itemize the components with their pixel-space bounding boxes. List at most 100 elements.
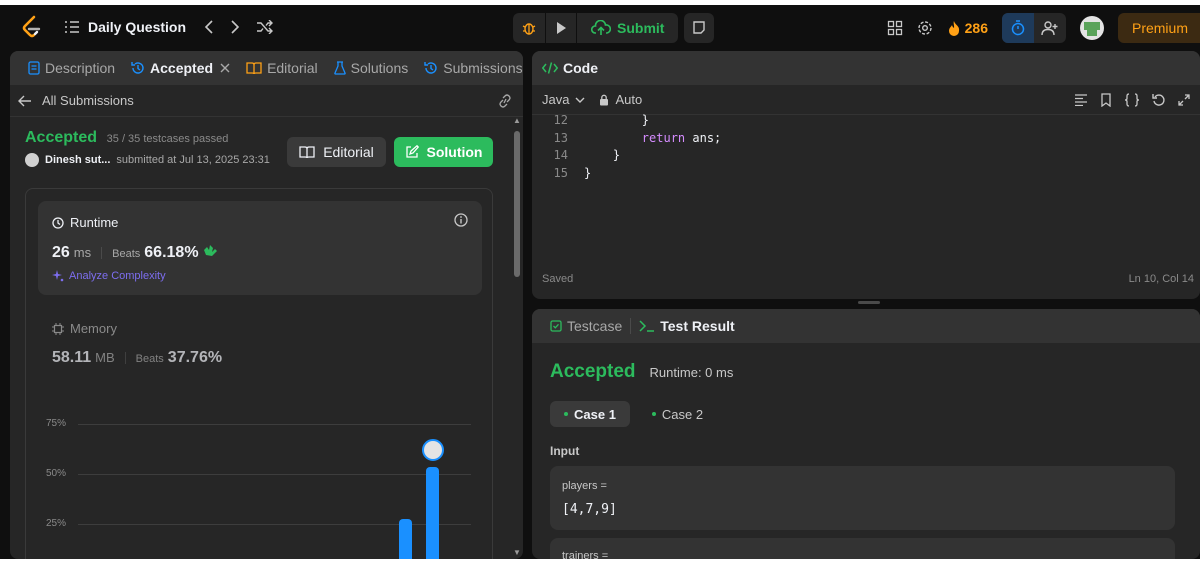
- tab-description[interactable]: Description: [20, 51, 123, 85]
- problem-list-icon[interactable]: [64, 20, 80, 34]
- layout-icon[interactable]: [887, 20, 903, 36]
- case-1-label: Case 1: [574, 406, 616, 422]
- tab-editorial-label: Editorial: [267, 60, 318, 76]
- panel-resize-handle[interactable]: [858, 301, 880, 304]
- case-2-label: Case 2: [661, 406, 704, 422]
- next-problem-icon[interactable]: [230, 20, 240, 34]
- avatar[interactable]: [25, 153, 39, 167]
- terminal-icon: [639, 320, 655, 332]
- language-select[interactable]: Java: [542, 92, 585, 107]
- runtime-bar[interactable]: [426, 467, 439, 559]
- shuffle-icon[interactable]: [256, 20, 274, 34]
- code-editor[interactable]: 12 } 13 return ans; 14 } 15 }: [532, 113, 722, 183]
- sparkle-icon: [52, 270, 64, 282]
- tab-description-label: Description: [45, 60, 116, 76]
- notes-button[interactable]: [684, 13, 715, 43]
- add-friend-button[interactable]: [1034, 13, 1066, 43]
- run-button-group: Submit: [513, 13, 679, 43]
- timer-group: [1001, 13, 1066, 43]
- tab-testcase[interactable]: Testcase: [542, 309, 630, 343]
- gridline: [78, 474, 471, 475]
- username[interactable]: Dinesh sut...: [45, 154, 110, 166]
- problem-list-title[interactable]: Daily Question: [88, 19, 186, 35]
- line-text: }: [584, 113, 650, 127]
- expand-icon[interactable]: [1178, 93, 1190, 106]
- fire-icon: [948, 21, 959, 36]
- solution-button[interactable]: Solution: [394, 137, 493, 167]
- leetcode-logo[interactable]: [20, 15, 42, 39]
- play-icon: [557, 22, 566, 34]
- tab-case-1[interactable]: Case 1: [550, 401, 630, 427]
- code-line: 14 }: [532, 148, 721, 166]
- link-icon[interactable]: [497, 93, 513, 108]
- test-tabs: Testcase Test Result: [532, 309, 1200, 343]
- divider: [124, 352, 126, 364]
- debug-button[interactable]: [513, 13, 545, 43]
- tab-submissions[interactable]: Submissions: [416, 51, 523, 85]
- all-submissions-link[interactable]: All Submissions: [18, 93, 134, 108]
- editorial-button[interactable]: Editorial: [287, 137, 386, 167]
- reset-icon[interactable]: [1152, 93, 1166, 107]
- chevron-down-icon: [575, 97, 585, 103]
- file-text-icon: [28, 61, 40, 75]
- problem-nav: Daily Question: [64, 13, 274, 41]
- your-submission-avatar[interactable]: [421, 439, 444, 461]
- input-players-box[interactable]: players = [4,7,9]: [550, 466, 1175, 530]
- submit-button[interactable]: Submit: [576, 13, 678, 43]
- tab-accepted-label: Accepted: [150, 60, 214, 76]
- submitted-at: submitted at Jul 13, 2025 23:31: [116, 154, 270, 166]
- memory-value: 58.11: [52, 349, 92, 366]
- runtime-label: Runtime: [70, 215, 119, 230]
- pass-dot: [564, 412, 568, 416]
- analyze-complexity-link[interactable]: Analyze Complexity: [52, 270, 166, 282]
- left-tabs: Description Accepted Editorial Solutions: [10, 51, 523, 85]
- submission-subbar: All Submissions: [10, 85, 523, 117]
- scroll-down-icon[interactable]: ▼: [513, 549, 521, 557]
- clock-icon: [52, 216, 64, 229]
- tab-code[interactable]: Code: [542, 51, 598, 85]
- tab-solutions[interactable]: Solutions: [326, 51, 417, 85]
- book-icon: [246, 62, 262, 75]
- memory-label: Memory: [70, 321, 117, 336]
- runtime-card[interactable]: Runtime 26 ms Beats 66.18% Analyze Compl…: [38, 201, 482, 295]
- tab-accepted[interactable]: Accepted: [123, 51, 238, 85]
- runtime-header: Runtime: [52, 215, 118, 230]
- scroll-up-icon[interactable]: ▲: [513, 117, 521, 125]
- submitter-row: Dinesh sut... submitted at Jul 13, 2025 …: [25, 153, 270, 167]
- info-icon[interactable]: [454, 213, 468, 227]
- bookmark-icon[interactable]: [1100, 92, 1112, 107]
- format-lines-icon[interactable]: [1074, 93, 1088, 106]
- timer-button[interactable]: [1001, 13, 1034, 43]
- line-number: 15: [553, 165, 568, 180]
- streak-counter[interactable]: 286: [947, 20, 988, 36]
- line-rest: ans;: [685, 130, 722, 145]
- scrollbar-thumb[interactable]: [514, 131, 520, 277]
- memory-header[interactable]: Memory: [52, 321, 117, 336]
- tab-case-2[interactable]: Case 2: [638, 401, 717, 427]
- line-number: 14: [553, 148, 568, 162]
- left-panel: Description Accepted Editorial Solutions: [10, 51, 523, 559]
- line-number: 13: [553, 130, 568, 145]
- bug-icon: [522, 23, 536, 35]
- history-icon: [424, 62, 437, 74]
- y-tick-label: 75%: [46, 418, 67, 429]
- braces-icon[interactable]: [1124, 92, 1140, 107]
- runtime-beats-value: 66.18%: [144, 244, 199, 261]
- gridline: [78, 524, 471, 525]
- tab-test-result[interactable]: Test Result: [631, 309, 742, 343]
- code-panel: Code Java Auto 12} 13 return ans; 14} …: [532, 51, 1200, 299]
- streak-count: 286: [964, 20, 988, 36]
- test-result-panel: Testcase Test Result Accepted Runtime: 0…: [532, 309, 1200, 559]
- input-trainers-box[interactable]: trainers =: [550, 538, 1175, 559]
- tab-editorial[interactable]: Editorial: [238, 51, 326, 85]
- user-avatar[interactable]: [1079, 16, 1104, 40]
- close-icon[interactable]: [220, 63, 230, 73]
- left-scrollbar[interactable]: ▲ ▼: [513, 117, 521, 557]
- settings-gear-icon[interactable]: [917, 20, 933, 36]
- run-button[interactable]: [545, 13, 576, 43]
- prev-problem-icon[interactable]: [204, 20, 214, 34]
- premium-button[interactable]: Premium: [1117, 13, 1200, 43]
- runtime-bar[interactable]: [399, 519, 412, 559]
- auto-mode[interactable]: Auto: [599, 92, 642, 107]
